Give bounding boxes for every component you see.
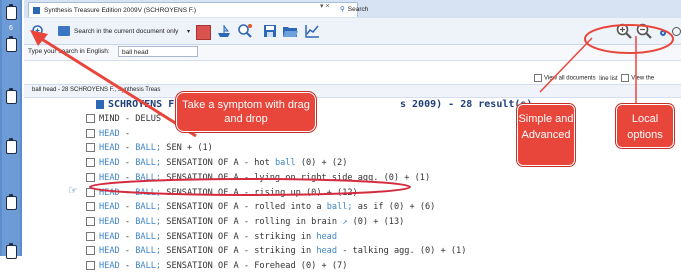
result-text: HEAD xyxy=(99,261,120,271)
highlight-ring-row xyxy=(89,178,411,196)
simple-callout-pointer xyxy=(539,37,593,93)
result-checkbox[interactable] xyxy=(86,261,95,270)
result-text: SENSATION OF A - Forehead (0) + (7) xyxy=(161,261,348,271)
result-row[interactable]: HEAD - BALL; SENSATION OF A - Forehead (… xyxy=(86,259,347,273)
highlight-ring-icons xyxy=(584,24,674,54)
callout-drag: Take a symptom with drag and drop xyxy=(176,92,316,132)
result-text: BALL; xyxy=(135,261,162,271)
annotation-overlay xyxy=(30,24,674,196)
drag-arrow-head xyxy=(30,30,48,46)
callout-simple-advanced: Simple and Advanced xyxy=(517,104,575,166)
callout-local-options: Local options xyxy=(616,104,674,148)
drag-arrow-line xyxy=(39,36,197,138)
result-text: - xyxy=(119,261,136,271)
